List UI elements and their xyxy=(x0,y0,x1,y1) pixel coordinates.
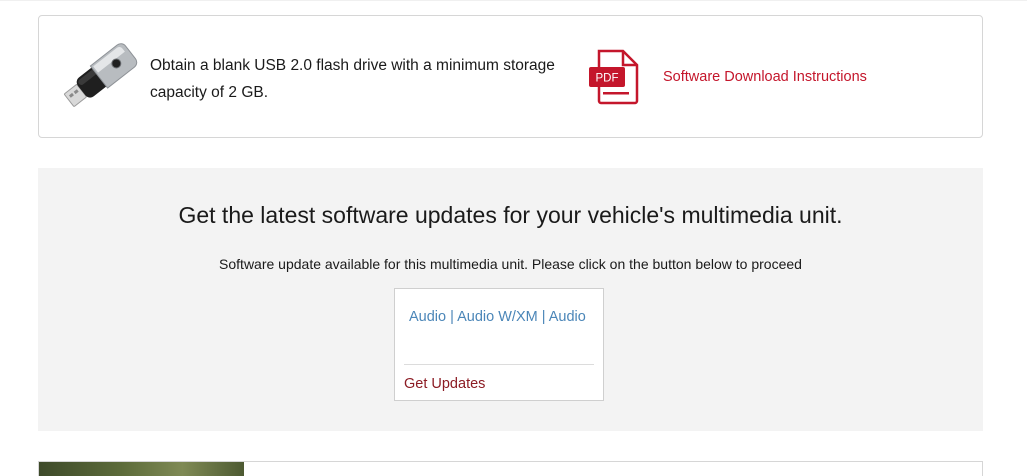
panel-title: Get the latest software updates for your… xyxy=(178,202,843,228)
vehicle-photo xyxy=(39,462,244,476)
usb-requirement-card: Obtain a blank USB 2.0 flash drive with … xyxy=(38,15,983,138)
panel-subtitle: Software update available for this multi… xyxy=(219,256,802,272)
multimedia-unit-name[interactable]: Audio | Audio W/XM | Audio xyxy=(409,305,589,329)
next-section-card xyxy=(38,461,983,476)
get-updates-button[interactable]: Get Updates xyxy=(404,376,485,392)
pdf-icon-label: PDF xyxy=(596,73,619,85)
pdf-file-icon[interactable]: PDF xyxy=(587,49,641,105)
usb-instruction-text: Obtain a blank USB 2.0 flash drive with … xyxy=(150,57,555,101)
multimedia-unit-card: Audio | Audio W/XM | Audio Get Updates xyxy=(394,288,604,401)
software-download-instructions-link[interactable]: Software Download Instructions xyxy=(663,69,867,85)
unit-card-divider xyxy=(404,364,594,365)
top-divider xyxy=(0,0,1027,1)
software-update-panel: Get the latest software updates for your… xyxy=(38,168,983,431)
usb-flash-drive-icon xyxy=(64,43,138,107)
